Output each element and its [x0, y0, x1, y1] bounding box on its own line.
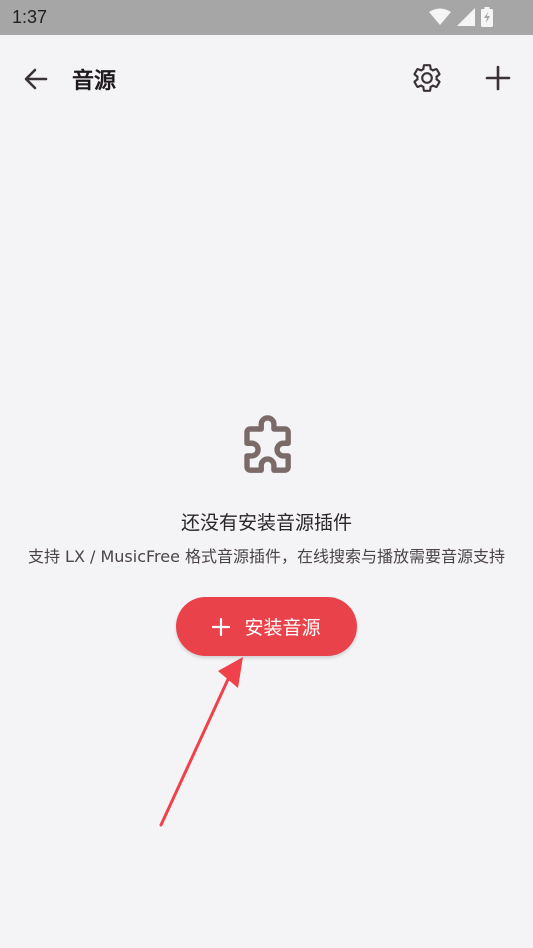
arrow-left-icon [24, 68, 48, 90]
status-time: 1:37 [12, 7, 48, 27]
add-button[interactable] [479, 59, 517, 97]
back-button[interactable] [18, 61, 54, 97]
signal-icon [457, 8, 475, 26]
install-source-button[interactable]: 安装音源 [176, 597, 357, 656]
app-bar: 音源 [0, 35, 533, 119]
gear-icon [413, 64, 441, 92]
empty-state-title: 还没有安装音源插件 [180, 512, 352, 534]
puzzle-icon [244, 415, 291, 473]
page-title: 音源 [72, 69, 117, 94]
plus-icon [485, 65, 511, 91]
settings-button[interactable] [408, 59, 446, 97]
wifi-icon [429, 8, 451, 25]
status-icons [429, 7, 493, 27]
battery-charging-icon [481, 7, 493, 27]
status-bar: 1:37 [0, 0, 533, 35]
empty-state-subtitle: 支持 LX / MusicFree 格式音源插件，在线搜索与播放需要音源支持 [27, 547, 506, 566]
install-source-label: 安装音源 [244, 617, 321, 639]
plus-icon [212, 617, 231, 636]
